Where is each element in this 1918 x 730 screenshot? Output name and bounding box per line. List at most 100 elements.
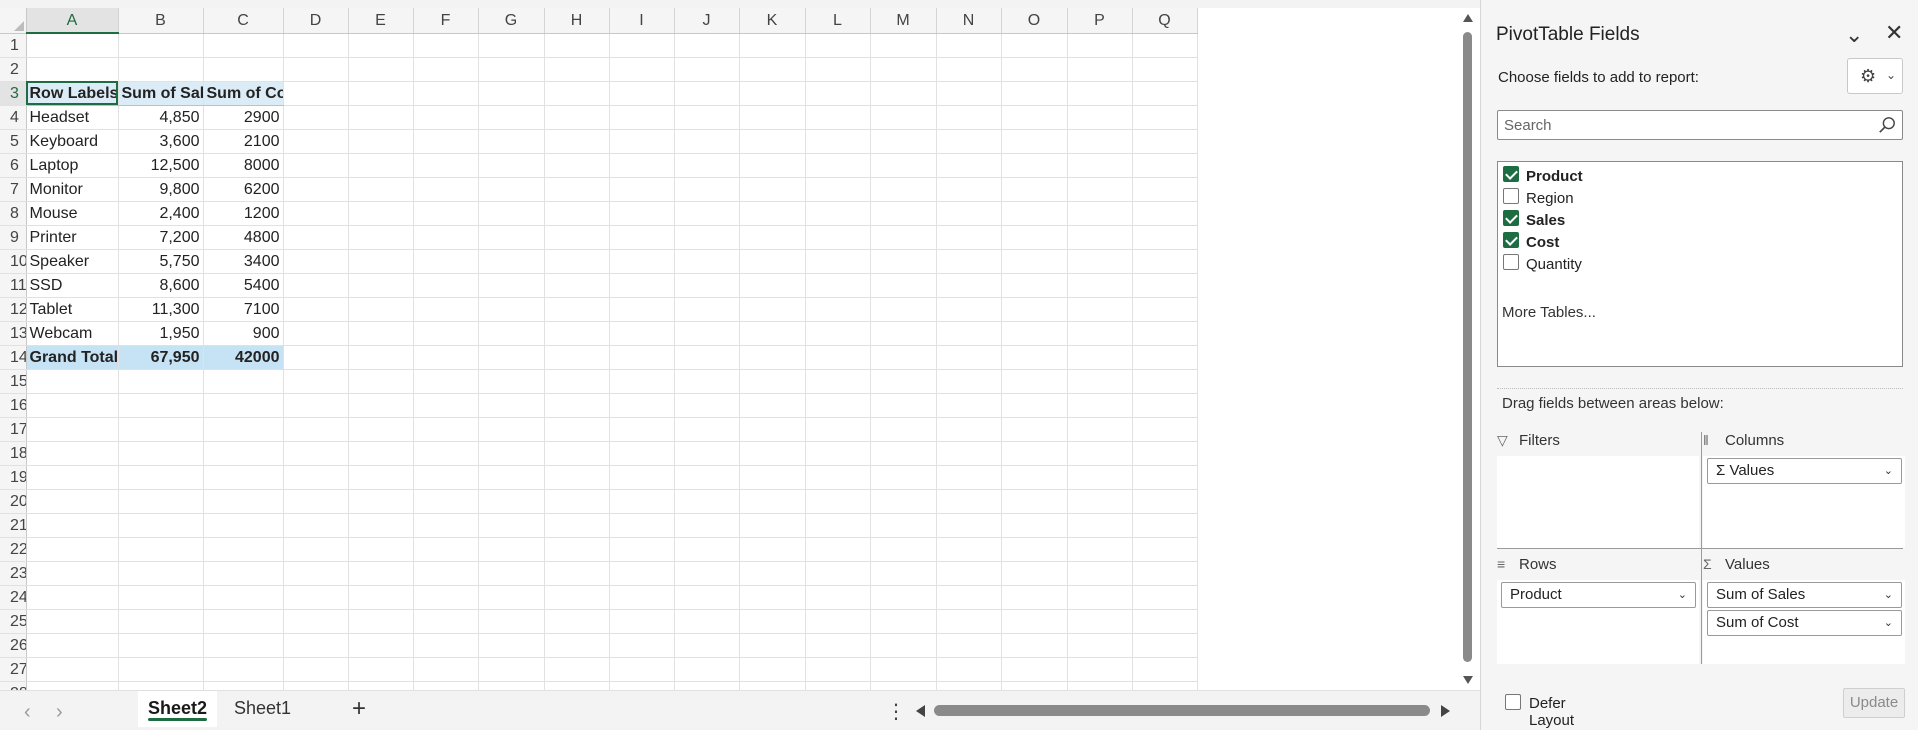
sheet-tab-sheet2[interactable]: Sheet2 bbox=[138, 691, 218, 727]
cell[interactable] bbox=[478, 609, 545, 634]
cell[interactable] bbox=[936, 225, 1002, 250]
cell[interactable] bbox=[1067, 633, 1133, 658]
cell[interactable] bbox=[413, 489, 479, 514]
pivot-data-cell[interactable]: Printer bbox=[26, 225, 119, 250]
cell[interactable] bbox=[544, 273, 610, 298]
cell[interactable] bbox=[203, 417, 284, 442]
cell[interactable] bbox=[1132, 609, 1198, 634]
cell[interactable] bbox=[544, 585, 610, 610]
cell[interactable] bbox=[609, 417, 675, 442]
cell[interactable] bbox=[609, 657, 675, 682]
cell[interactable] bbox=[413, 345, 479, 370]
cell[interactable] bbox=[348, 369, 414, 394]
cell[interactable] bbox=[739, 465, 806, 490]
cell[interactable] bbox=[1067, 417, 1133, 442]
cell[interactable] bbox=[674, 633, 740, 658]
cell[interactable] bbox=[1132, 57, 1198, 82]
cell[interactable] bbox=[674, 273, 740, 298]
cell[interactable] bbox=[283, 249, 349, 274]
pivot-data-cell[interactable]: Monitor bbox=[26, 177, 119, 202]
search-input[interactable] bbox=[1498, 111, 1858, 139]
cell-grid[interactable]: ABCDEFGHIJKLMNOPQ 1 2 3 Row Labels Sum of Sa… bbox=[0, 8, 1198, 690]
cell[interactable] bbox=[805, 105, 871, 130]
cell[interactable] bbox=[609, 609, 675, 634]
cell[interactable] bbox=[674, 81, 740, 106]
cell[interactable] bbox=[413, 441, 479, 466]
cell[interactable] bbox=[1001, 417, 1068, 442]
cell[interactable] bbox=[26, 465, 119, 490]
cell[interactable] bbox=[609, 633, 675, 658]
column-header-l[interactable]: L bbox=[805, 8, 871, 34]
cell[interactable] bbox=[805, 633, 871, 658]
cell[interactable] bbox=[413, 57, 479, 82]
cell[interactable] bbox=[1132, 249, 1198, 274]
cell[interactable] bbox=[1132, 105, 1198, 130]
cell[interactable] bbox=[870, 57, 937, 82]
cell[interactable] bbox=[348, 33, 414, 58]
cell[interactable] bbox=[739, 345, 806, 370]
cell[interactable] bbox=[870, 537, 937, 562]
pivot-total-cell[interactable]: 67,950 bbox=[118, 344, 204, 370]
cell[interactable] bbox=[1001, 657, 1068, 682]
field-checkbox[interactable] bbox=[1503, 166, 1519, 182]
cell[interactable] bbox=[348, 585, 414, 610]
cell[interactable] bbox=[1067, 273, 1133, 298]
cell[interactable] bbox=[805, 489, 871, 514]
cell[interactable] bbox=[1132, 129, 1198, 154]
cell[interactable] bbox=[739, 273, 806, 298]
cell[interactable] bbox=[348, 633, 414, 658]
cell[interactable] bbox=[870, 441, 937, 466]
cell[interactable] bbox=[609, 489, 675, 514]
cell[interactable] bbox=[739, 513, 806, 538]
cell[interactable] bbox=[674, 513, 740, 538]
cell[interactable] bbox=[674, 537, 740, 562]
cell[interactable] bbox=[805, 441, 871, 466]
cell[interactable] bbox=[870, 153, 937, 178]
column-header-c[interactable]: C bbox=[203, 8, 284, 34]
column-header-f[interactable]: F bbox=[413, 8, 479, 34]
cell[interactable] bbox=[674, 609, 740, 634]
field-item-quantity[interactable]: Quantity bbox=[1498, 251, 1902, 277]
cell[interactable] bbox=[478, 225, 545, 250]
cell[interactable] bbox=[283, 33, 349, 58]
cell[interactable] bbox=[609, 321, 675, 346]
cell[interactable] bbox=[544, 105, 610, 130]
cell[interactable] bbox=[478, 105, 545, 130]
cell[interactable] bbox=[348, 201, 414, 226]
cell[interactable] bbox=[348, 681, 414, 690]
cell[interactable] bbox=[609, 129, 675, 154]
cell[interactable] bbox=[478, 153, 545, 178]
cell[interactable] bbox=[1067, 153, 1133, 178]
cell[interactable] bbox=[805, 465, 871, 490]
add-sheet-icon[interactable]: + bbox=[352, 695, 366, 723]
cell[interactable] bbox=[1067, 369, 1133, 394]
cell[interactable] bbox=[544, 57, 610, 82]
pivot-header-cell[interactable]: Sum of Sales bbox=[118, 81, 204, 106]
chevron-down-icon[interactable]: ⌄ bbox=[1845, 22, 1863, 48]
cell[interactable] bbox=[283, 81, 349, 106]
cell[interactable] bbox=[609, 465, 675, 490]
cell[interactable] bbox=[283, 513, 349, 538]
cell[interactable] bbox=[674, 129, 740, 154]
cell[interactable] bbox=[1132, 81, 1198, 106]
pivot-data-cell[interactable]: Keyboard bbox=[26, 129, 119, 154]
cell[interactable] bbox=[1132, 201, 1198, 226]
cell[interactable] bbox=[26, 513, 119, 538]
cell[interactable] bbox=[1067, 585, 1133, 610]
cell[interactable] bbox=[544, 489, 610, 514]
cell[interactable] bbox=[348, 105, 414, 130]
cell[interactable] bbox=[478, 465, 545, 490]
cell[interactable] bbox=[1132, 33, 1198, 58]
cell[interactable] bbox=[609, 225, 675, 250]
pivot-data-cell[interactable]: Speaker bbox=[26, 249, 119, 274]
cell[interactable] bbox=[609, 561, 675, 586]
cell[interactable] bbox=[413, 105, 479, 130]
cell[interactable] bbox=[739, 489, 806, 514]
filters-drop-zone[interactable] bbox=[1497, 456, 1699, 548]
cell[interactable] bbox=[1067, 177, 1133, 202]
cell[interactable] bbox=[674, 57, 740, 82]
cell[interactable] bbox=[1001, 465, 1068, 490]
cell[interactable] bbox=[26, 489, 119, 514]
row-header[interactable]: 7 bbox=[0, 177, 27, 202]
cell[interactable] bbox=[674, 321, 740, 346]
